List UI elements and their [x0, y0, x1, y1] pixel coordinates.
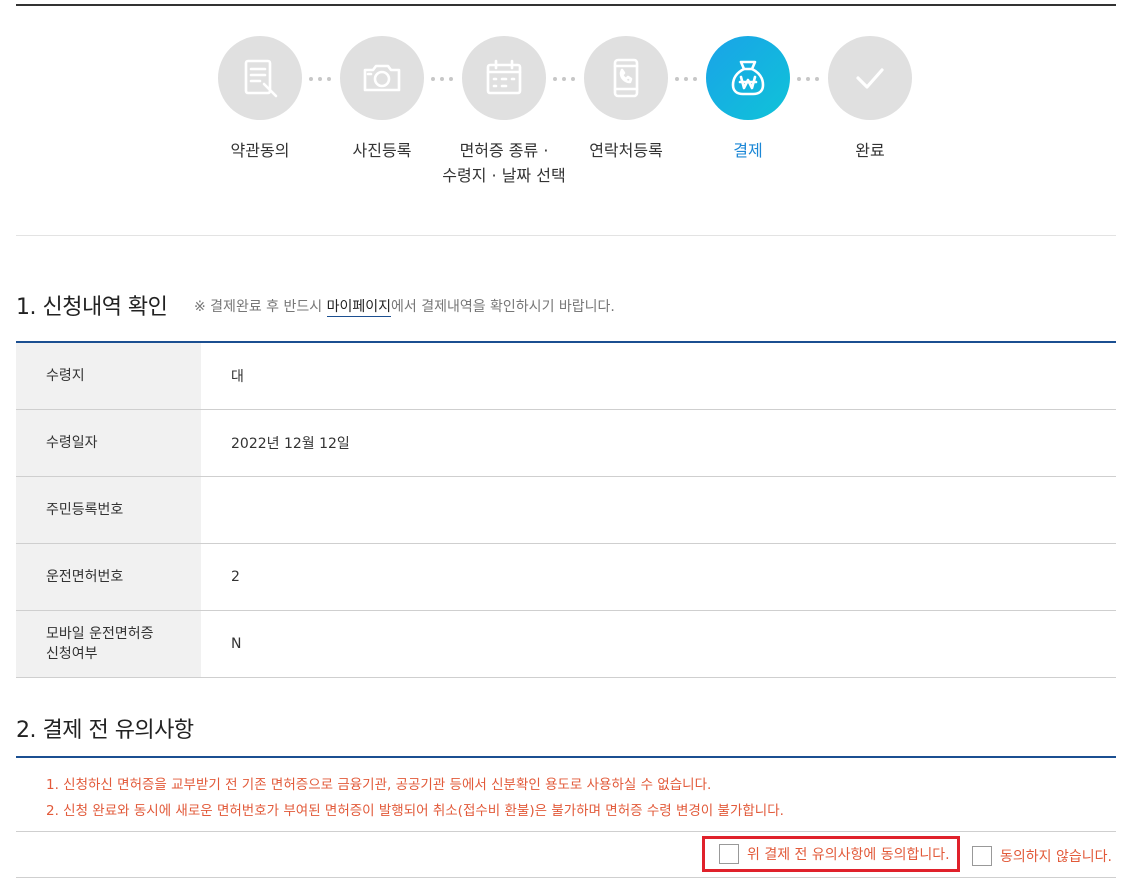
step-circle-terms — [218, 36, 302, 120]
agree-checkbox[interactable] — [719, 844, 739, 864]
row-value: 2022년 12월 12일 — [231, 436, 350, 452]
step-label-line2: 수령지 · 날짜 선택 — [442, 166, 566, 185]
row-value: 대 — [231, 369, 244, 385]
agree-label[interactable]: 위 결제 전 유의사항에 동의합니다. — [747, 844, 950, 864]
mypage-link[interactable]: 마이페이지 — [326, 299, 391, 317]
row-value: 2 — [231, 569, 240, 585]
row-label-line1: 모바일 운전면허증 — [46, 626, 154, 642]
step-connector — [309, 76, 331, 82]
notice-item: 1. 신청하신 면허증을 교부받기 전 기존 면허증으로 금융기관, 공공기관 … — [46, 777, 712, 793]
table-row: 주민등록번호 — [16, 477, 1116, 544]
bottom-line — [16, 877, 1116, 878]
calendar-icon — [486, 59, 522, 95]
disagree-label[interactable]: 동의하지 않습니다. — [1000, 846, 1112, 866]
step-circle-license-type — [462, 36, 546, 120]
step-circle-payment — [706, 36, 790, 120]
row-label-line2: 신청여부 — [46, 646, 98, 662]
camera-icon — [363, 64, 401, 92]
step-connector — [553, 76, 575, 82]
application-info-table: 수령지 대 수령일자 2022년 12월 12일 주민등록번호 운전면허번호 2… — [16, 343, 1116, 678]
step-connector — [431, 76, 453, 82]
table-row: 수령지 대 — [16, 343, 1116, 410]
row-label: 수령일자 — [16, 410, 201, 476]
step-connector — [675, 76, 697, 82]
phone-icon — [613, 58, 639, 98]
note-suffix: 에서 결제내역을 확인하시기 바랍니다. — [390, 299, 615, 315]
disagree-checkbox[interactable] — [972, 846, 992, 866]
step-circle-photo — [340, 36, 424, 120]
table-row: 운전면허번호 2 — [16, 544, 1116, 611]
agree-option[interactable]: 위 결제 전 유의사항에 동의합니다. — [702, 836, 960, 872]
step-circle-contact — [584, 36, 668, 120]
step-connector — [797, 76, 819, 82]
notice-bottom-line — [16, 831, 1116, 832]
row-value: N — [231, 636, 242, 652]
document-pen-icon — [244, 59, 278, 98]
section-title-application-review: 1. 신청내역 확인 — [16, 295, 168, 320]
check-icon — [856, 68, 884, 89]
notice-item: 2. 신청 완료와 동시에 새로운 면허번호가 부여된 면허증이 발행되어 취소… — [46, 803, 784, 819]
row-label: 모바일 운전면허증 신청여부 — [16, 611, 201, 677]
row-label: 운전면허번호 — [16, 544, 201, 610]
row-label: 수령지 — [16, 343, 201, 409]
step-circle-complete — [828, 36, 912, 120]
note-prefix: ※ 결제완료 후 반드시 — [194, 299, 327, 315]
section-title-payment-notice: 2. 결제 전 유의사항 — [16, 718, 194, 743]
section-note: ※ 결제완료 후 반드시 마이페이지에서 결제내역을 확인하시기 바랍니다. — [194, 296, 615, 317]
section-divider — [16, 235, 1116, 236]
table-row: 모바일 운전면허증 신청여부 N — [16, 611, 1116, 678]
won-pouch-icon — [731, 60, 765, 96]
progress-steps: 약관동의 사진등록 면허증 종류 · 수령지 · 날짜 선택 연락처등록 결제 … — [0, 0, 1134, 200]
step-label-complete: 완료 — [855, 141, 885, 160]
table-row: 수령일자 2022년 12월 12일 — [16, 410, 1116, 477]
disagree-option[interactable]: 동의하지 않습니다. — [972, 846, 1112, 866]
row-label: 주민등록번호 — [16, 477, 201, 543]
row-value — [201, 477, 1116, 543]
section-top-line — [16, 756, 1116, 758]
